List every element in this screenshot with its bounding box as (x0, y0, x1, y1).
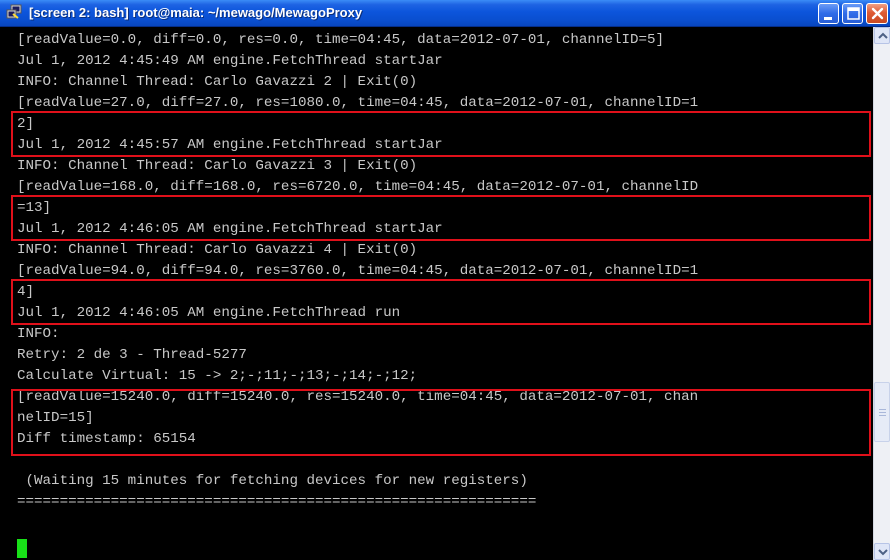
close-icon (871, 7, 884, 20)
highlight-box-channel-15 (11, 389, 871, 456)
title-bar[interactable]: [screen 2: bash] root@maia: ~/mewago/Mew… (0, 0, 890, 27)
terminal-line: [readValue=0.0, diff=0.0, res=0.0, time=… (17, 32, 665, 48)
putty-icon (6, 4, 22, 20)
thumb-grip (879, 412, 886, 413)
terminal-line: INFO: Channel Thread: Carlo Gavazzi 3 | … (17, 158, 418, 174)
terminal-line: (Waiting 15 minutes for fetching devices… (17, 473, 528, 489)
terminal-line: Calculate Virtual: 15 -> 2;-;11;-;13;-;1… (17, 368, 418, 384)
terminal-line: INFO: (17, 326, 60, 342)
minimize-icon (824, 17, 832, 20)
minimize-button[interactable] (818, 3, 839, 24)
scroll-down-button[interactable] (874, 543, 890, 560)
window-title: [screen 2: bash] root@maia: ~/mewago/Mew… (29, 5, 363, 20)
arrow-up-icon (878, 32, 888, 39)
highlight-box-channel-13 (11, 195, 871, 241)
highlight-box-channel-12 (11, 111, 871, 157)
thumb-grip (879, 415, 886, 416)
terminal-line: Retry: 2 de 3 - Thread-5277 (17, 347, 247, 363)
terminal-line: Jul 1, 2012 4:45:49 AM engine.FetchThrea… (17, 53, 443, 69)
terminal-line: INFO: Channel Thread: Carlo Gavazzi 2 | … (17, 74, 418, 90)
terminal-window: [screen 2: bash] root@maia: ~/mewago/Mew… (0, 0, 890, 560)
terminal-output[interactable]: [readValue=0.0, diff=0.0, res=0.0, time=… (0, 27, 873, 560)
maximize-button[interactable] (842, 3, 863, 24)
thumb-grip (879, 409, 886, 410)
maximize-icon (847, 7, 860, 20)
terminal-line: ========================================… (17, 494, 537, 510)
scroll-thumb[interactable] (874, 382, 890, 442)
terminal-line: INFO: Channel Thread: Carlo Gavazzi 4 | … (17, 242, 418, 258)
vertical-scrollbar[interactable] (873, 27, 890, 560)
terminal-cursor (17, 539, 27, 558)
highlight-box-channel-14 (11, 279, 871, 325)
close-button[interactable] (866, 3, 888, 24)
scroll-up-button[interactable] (874, 27, 890, 44)
arrow-down-icon (878, 549, 888, 556)
